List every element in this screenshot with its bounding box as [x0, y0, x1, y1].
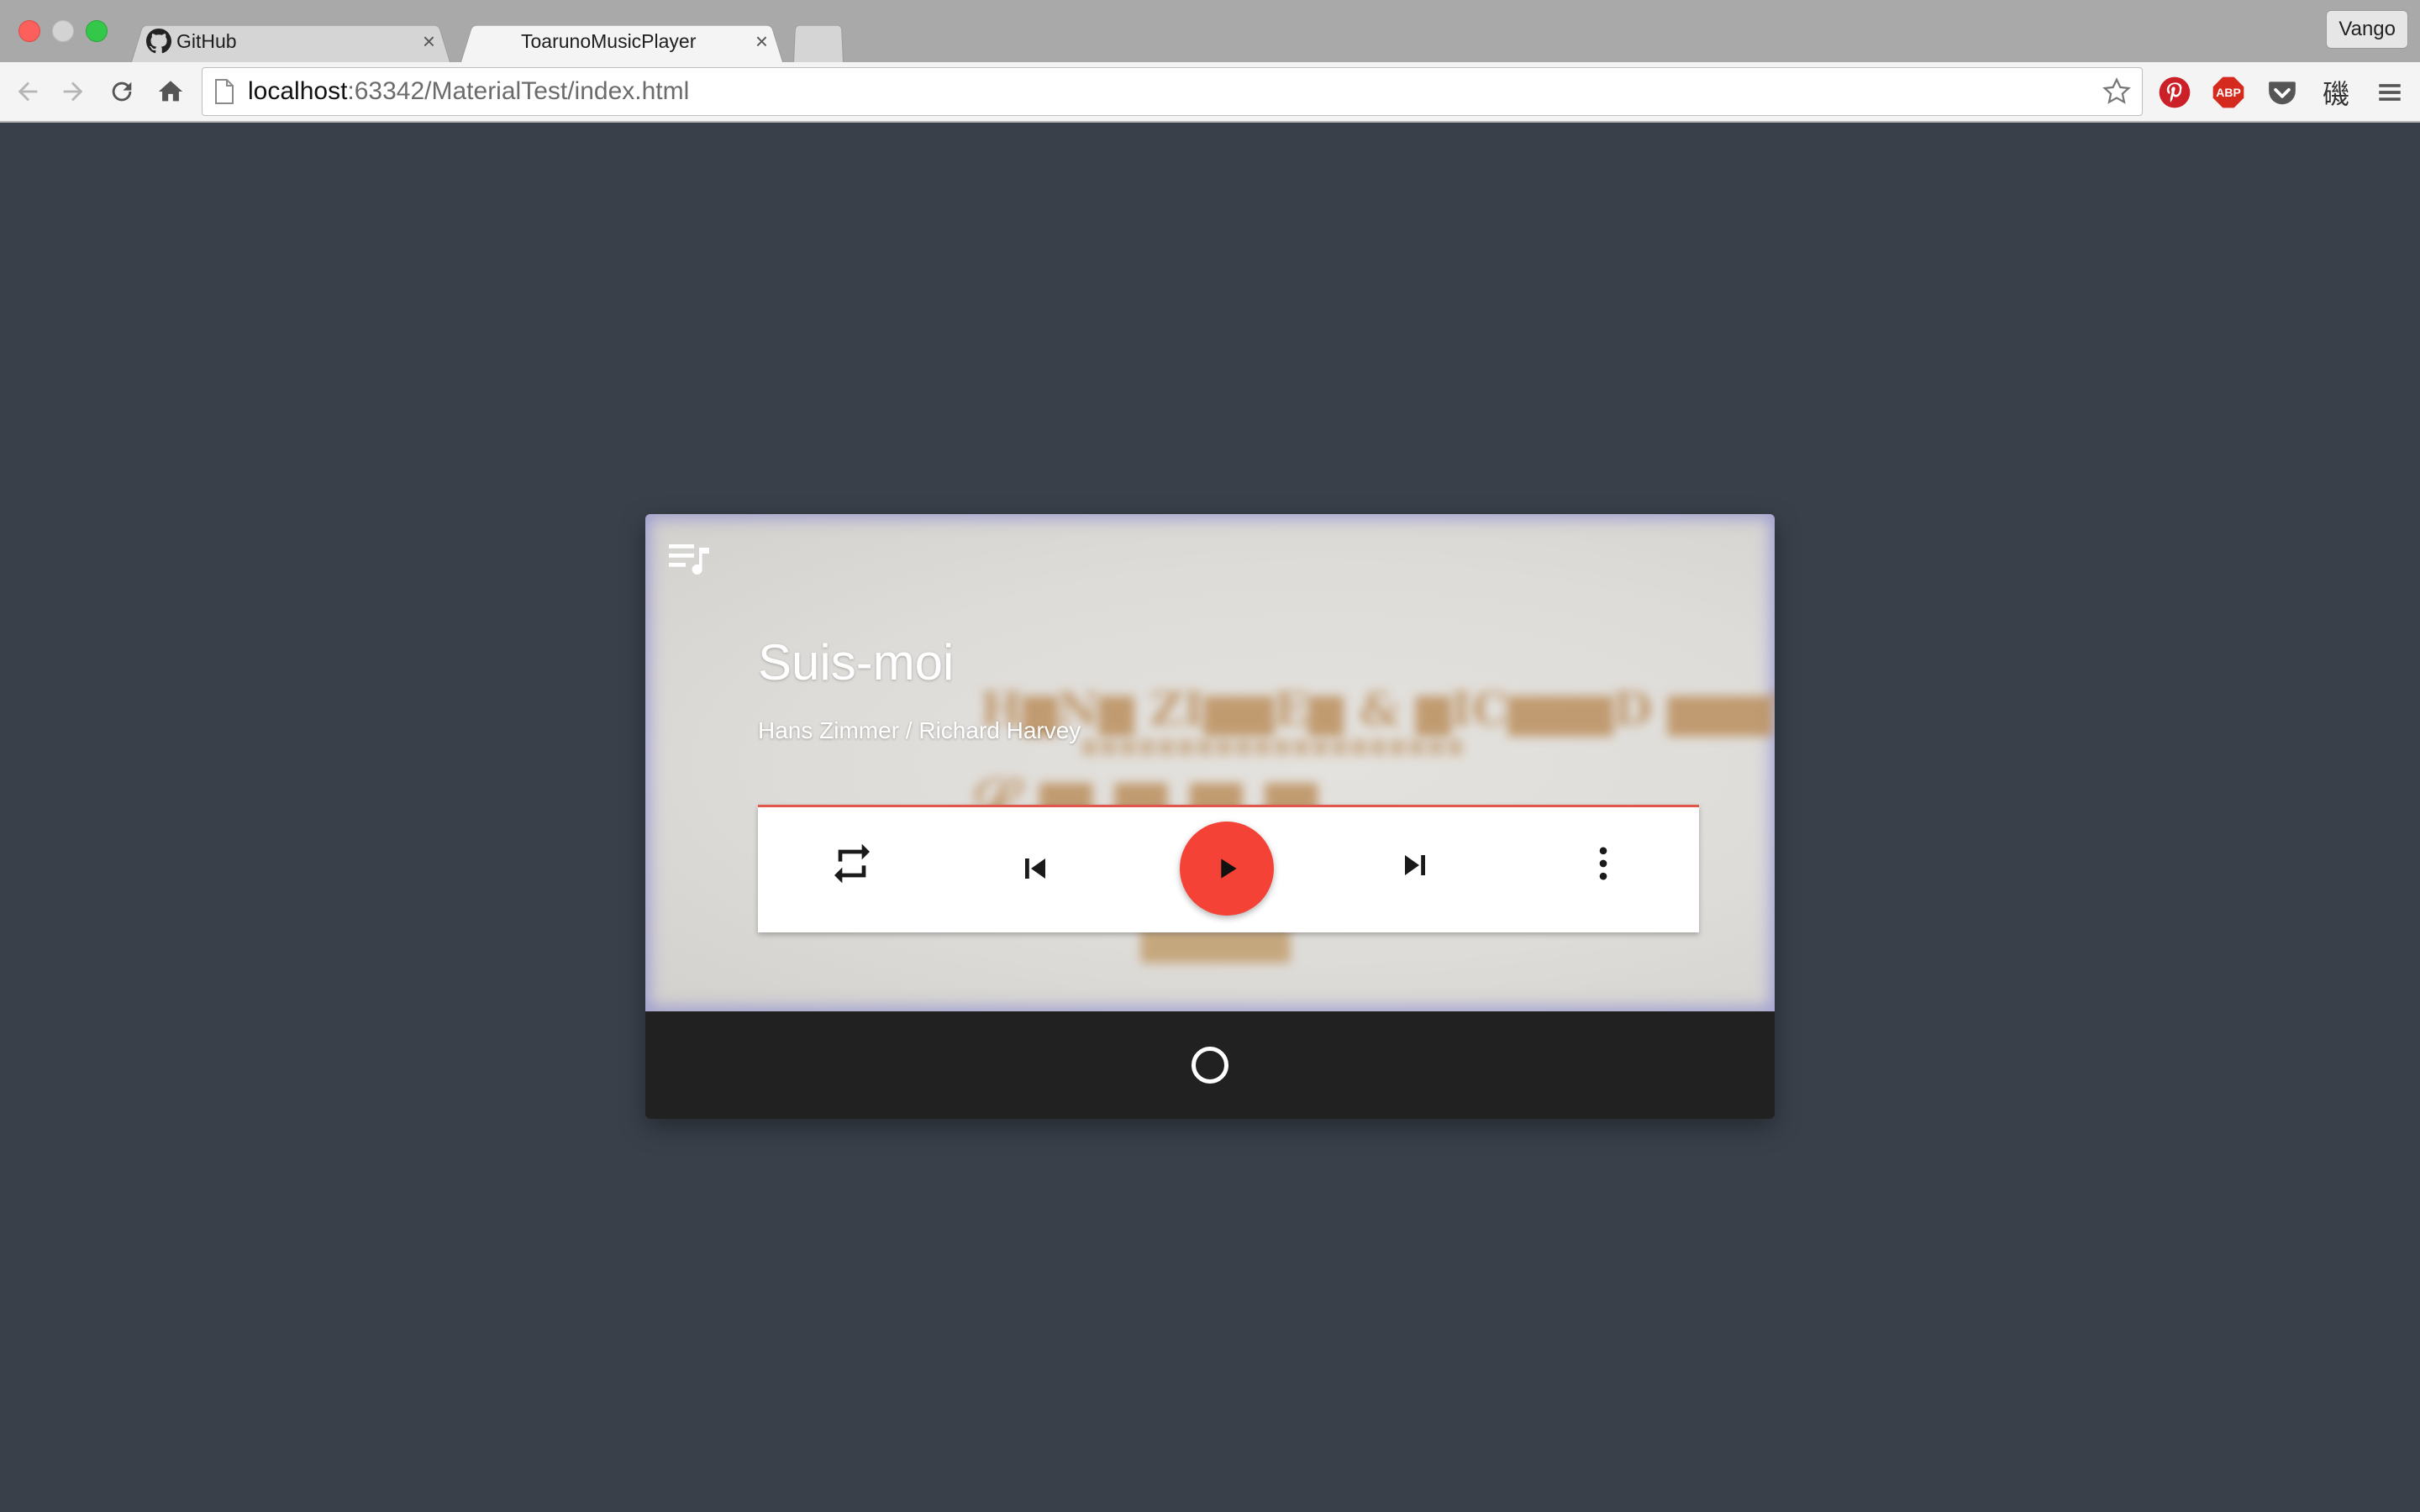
tab-close-icon[interactable]: ×	[755, 30, 768, 52]
blurred-art-text: H▆N▆ ZI▆▆E▆ & ▆IC▆▆▆D ▆▆▆VE▆	[980, 682, 1775, 736]
repeat-icon[interactable]	[825, 837, 879, 890]
browser-titlebar: GitHub × ToarunoMusicPlayer × Vango	[0, 0, 2420, 62]
bookmark-star-icon[interactable]	[2102, 76, 2132, 107]
tab-label: ToarunoMusicPlayer	[521, 29, 697, 52]
music-player-card: H▆N▆ ZI▆▆E▆ & ▆IC▆▆▆D ▆▆▆VE▆ ▆▆▆▆▆▆▆▆▆▆▆…	[645, 514, 1775, 1119]
tab-toarunomusicplayer[interactable]: ToarunoMusicPlayer ×	[460, 20, 783, 62]
pinterest-icon[interactable]	[2158, 76, 2191, 109]
song-title: Suis-moi	[758, 634, 955, 690]
menu-icon[interactable]	[2373, 76, 2407, 109]
bottom-bar	[645, 1011, 1775, 1119]
play-button[interactable]	[1180, 822, 1274, 916]
song-artist: Hans Zimmer / Richard Harvey	[758, 717, 1081, 743]
address-bar[interactable]: localhost:63342/MaterialTest/index.html	[202, 67, 2143, 116]
more-vert-icon[interactable]	[1576, 837, 1630, 890]
forward-icon[interactable]	[57, 76, 89, 108]
play-icon	[1221, 858, 1237, 879]
blurred-art-subtext: ▆▆▆▆▆▆▆▆▆▆▆▆▆▆▆▆▆▆▆▆	[1082, 734, 1468, 756]
skip-previous-icon[interactable]	[1008, 842, 1062, 895]
tab-label: GitHub	[176, 29, 237, 52]
tab-github[interactable]: GitHub ×	[131, 20, 450, 62]
player-controls	[758, 805, 1699, 932]
browser-toolbar: localhost:63342/MaterialTest/index.html …	[0, 62, 2420, 123]
close-window-button[interactable]	[18, 20, 40, 42]
minimize-window-button[interactable]	[52, 20, 74, 42]
profile-button[interactable]: Vango	[2326, 10, 2408, 49]
adblock-icon[interactable]: ABP	[2212, 76, 2245, 109]
pocket-icon[interactable]	[2265, 76, 2299, 109]
adblock-label: ABP	[2216, 86, 2241, 99]
back-icon[interactable]	[12, 76, 44, 108]
skip-next-icon[interactable]	[1388, 838, 1442, 892]
url-text: localhost:63342/MaterialTest/index.html	[248, 77, 690, 105]
tab-close-icon[interactable]: ×	[423, 30, 435, 52]
circle-icon[interactable]	[1192, 1047, 1228, 1084]
page-icon	[215, 79, 234, 104]
playlist-icon[interactable]	[667, 539, 711, 576]
kanji-icon[interactable]: 磯	[2319, 76, 2353, 109]
new-tab-button[interactable]	[793, 20, 844, 62]
progress-bar[interactable]	[758, 805, 1699, 807]
maximize-window-button[interactable]	[86, 20, 108, 42]
github-icon	[146, 29, 171, 54]
reload-icon[interactable]	[106, 76, 138, 108]
home-icon[interactable]	[155, 76, 187, 108]
album-cover: H▆N▆ ZI▆▆E▆ & ▆IC▆▆▆D ▆▆▆VE▆ ▆▆▆▆▆▆▆▆▆▆▆…	[645, 514, 1775, 1011]
